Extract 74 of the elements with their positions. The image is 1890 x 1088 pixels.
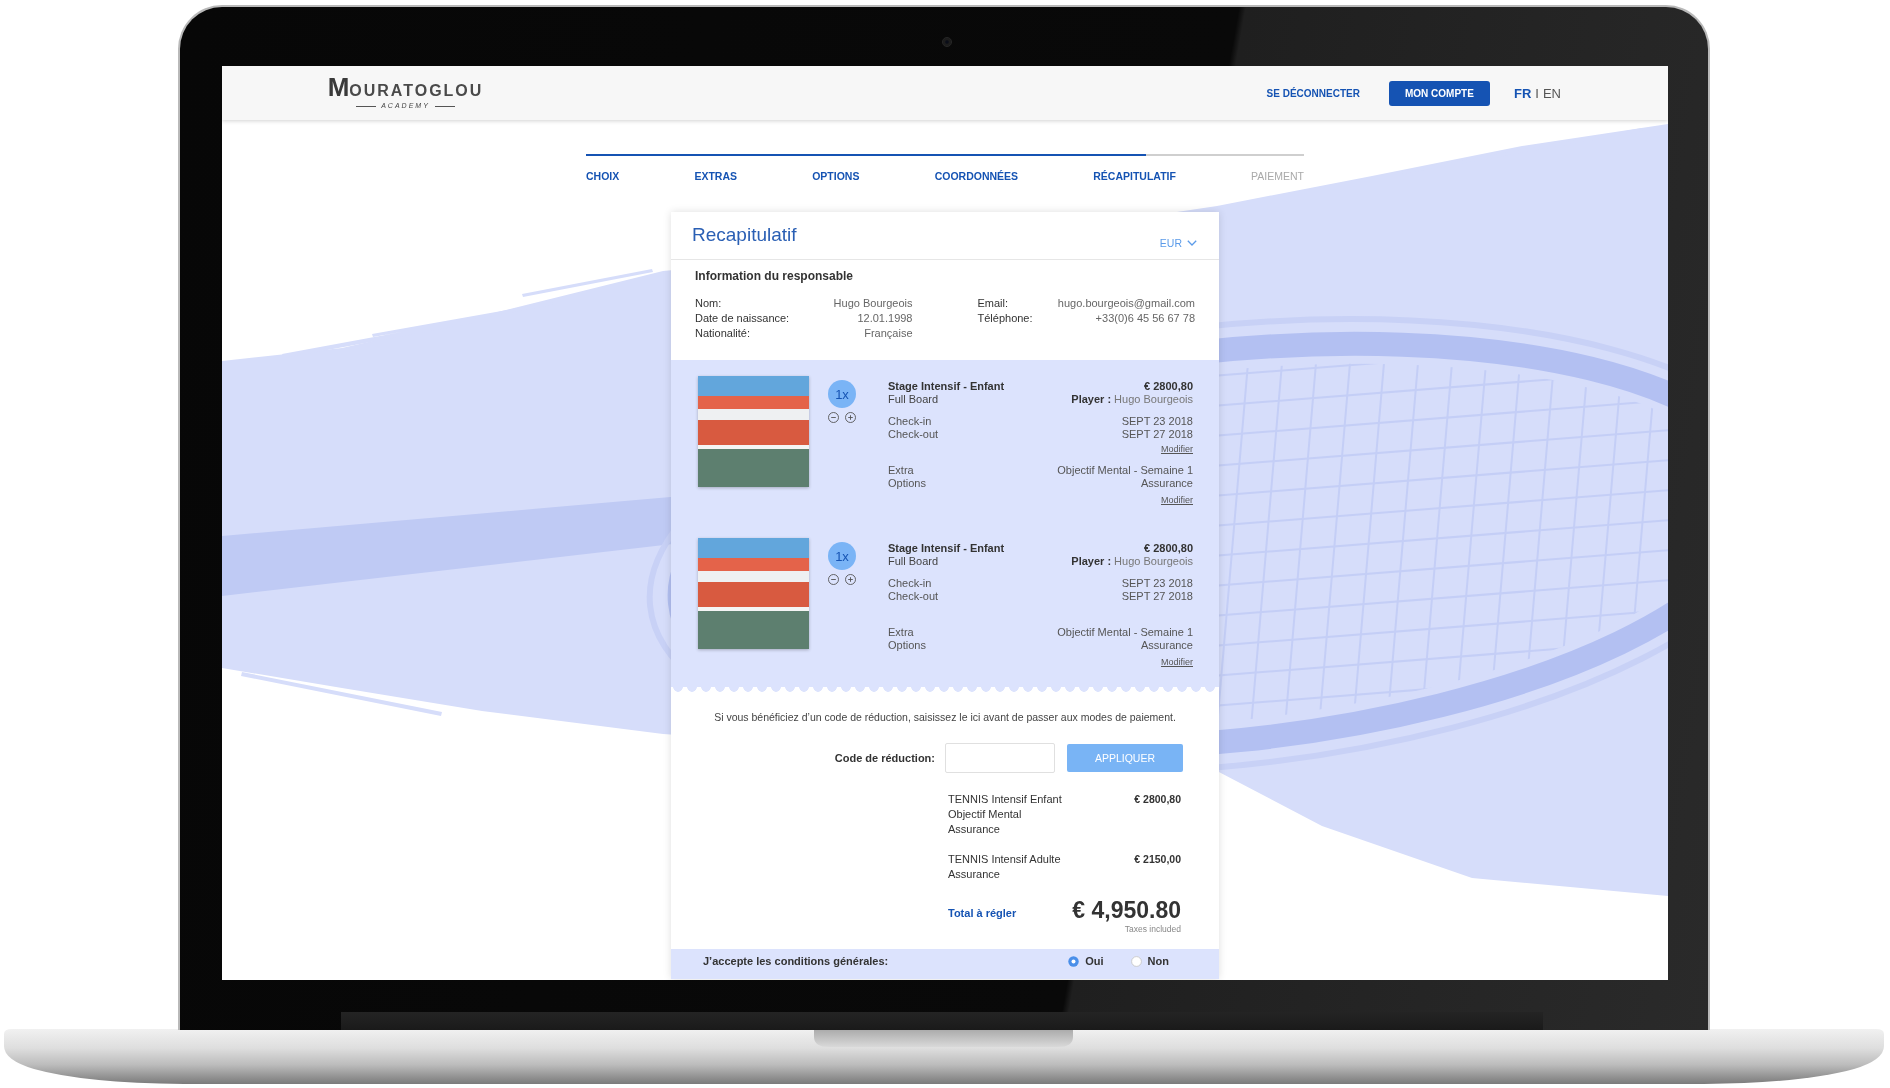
extra-label: Options	[888, 477, 926, 490]
step-tab[interactable]: EXTRAS	[694, 169, 738, 183]
date-value: SEPT 27 2018	[1121, 428, 1193, 441]
total-amount: € 4,950.80	[1072, 896, 1181, 924]
chevron-down-icon	[1187, 240, 1197, 246]
language-option[interactable]: FR	[1513, 85, 1532, 101]
extra-value: Objectif Mental - Semaine 1	[1057, 464, 1193, 477]
logo-wordmark[interactable]: MOURATOGLOU	[327, 76, 484, 102]
language-separator: I	[1535, 85, 1539, 101]
field-label: Téléphone:	[977, 311, 1033, 326]
item-title: Stage Intensif - Enfant	[888, 380, 1005, 393]
item-title: Stage Intensif - Enfant	[888, 542, 1005, 555]
radio-option[interactable]: Oui	[1068, 954, 1104, 969]
step-tab[interactable]: COORDONNÉES	[934, 169, 1019, 183]
quantity-badge: 1x	[828, 542, 856, 570]
summary-line: TENNIS Intensif Enfant	[948, 792, 1062, 807]
date-label: Check-in	[888, 415, 933, 428]
account-button[interactable]: MON COMPTE	[1388, 80, 1490, 106]
modify-link[interactable]: Modifier	[1161, 494, 1193, 506]
field-value: Hugo Bourgeois	[833, 296, 913, 311]
webcam-icon	[942, 37, 952, 47]
summary-price: € 2150,00	[1134, 852, 1181, 867]
card-title: Recapitulatif	[692, 224, 797, 246]
step-tab[interactable]: RÉCAPITULATIF	[1093, 169, 1176, 183]
date-label: Check-out	[888, 428, 939, 441]
date-value: SEPT 23 2018	[1121, 415, 1193, 428]
extra-value: Assurance	[1140, 639, 1193, 652]
logout-link[interactable]: SE DÉCONNECTER	[1266, 87, 1360, 99]
item-price: € 2800,80	[1143, 380, 1193, 393]
date-value: SEPT 23 2018	[1121, 577, 1193, 590]
discount-code-input[interactable]	[945, 743, 1055, 773]
field-value: +33(0)6 45 56 67 78	[1094, 311, 1195, 326]
radio-option[interactable]: Non	[1130, 954, 1169, 969]
field-value: Française	[863, 326, 913, 341]
field-value: hugo.bourgeois@gmail.com	[1057, 296, 1195, 311]
terms-label: J’accepte les conditions générales:	[703, 954, 889, 969]
date-label: Check-out	[888, 590, 939, 603]
field-label: Nationalité:	[695, 326, 752, 341]
field-value: 12.01.1998	[856, 311, 913, 326]
field-label: Email:	[977, 296, 1010, 311]
quantity-badge: 1x	[828, 380, 856, 408]
summary-price: € 2800,80	[1134, 792, 1181, 807]
minus-circle-icon[interactable]	[828, 412, 839, 423]
plus-circle-icon[interactable]	[845, 412, 856, 423]
extra-value: Objectif Mental - Semaine 1	[1057, 626, 1193, 639]
discount-hint: Si vous bénéficiez d’un code de réduction, saisissez le ici avant de passer aux modes de paiement.	[713, 710, 1177, 725]
summary-line: Assurance	[948, 822, 1001, 837]
extra-label: Extra	[888, 464, 915, 477]
step-tab[interactable]: OPTIONS	[812, 169, 860, 183]
summary-line: Objectif Mental	[948, 807, 1023, 822]
extra-label: Extra	[888, 626, 915, 639]
extra-label: Options	[888, 639, 926, 652]
item-subtitle: Full Board	[888, 555, 940, 568]
player-name: Player : Hugo Bourgeois	[1071, 555, 1193, 568]
modify-link[interactable]: Modifier	[1161, 443, 1193, 455]
modify-link[interactable]: Modifier	[1161, 656, 1193, 668]
taxes-note: Taxes included	[1124, 924, 1181, 935]
player-name: Player : Hugo Bourgeois	[1071, 393, 1193, 406]
item-subtitle: Full Board	[888, 393, 940, 406]
field-label: Nom:	[695, 296, 723, 311]
minus-circle-icon[interactable]	[828, 574, 839, 585]
summary-line: TENNIS Intensif Adulte	[948, 852, 1061, 867]
date-label: Check-in	[888, 577, 933, 590]
discount-label: Code de réduction:	[834, 752, 935, 764]
date-value: SEPT 27 2018	[1121, 590, 1193, 603]
extra-value: Assurance	[1140, 477, 1193, 490]
plus-circle-icon[interactable]	[845, 574, 856, 585]
step-tab[interactable]: CHOIX	[586, 169, 620, 183]
summary-line: Assurance	[948, 867, 1001, 882]
language-option[interactable]: EN	[1542, 85, 1561, 101]
section-title: Information du responsable	[695, 268, 854, 284]
field-label: Date de naissance:	[695, 311, 790, 326]
item-price: € 2800,80	[1143, 542, 1193, 555]
total-label: Total à régler	[948, 906, 1017, 921]
